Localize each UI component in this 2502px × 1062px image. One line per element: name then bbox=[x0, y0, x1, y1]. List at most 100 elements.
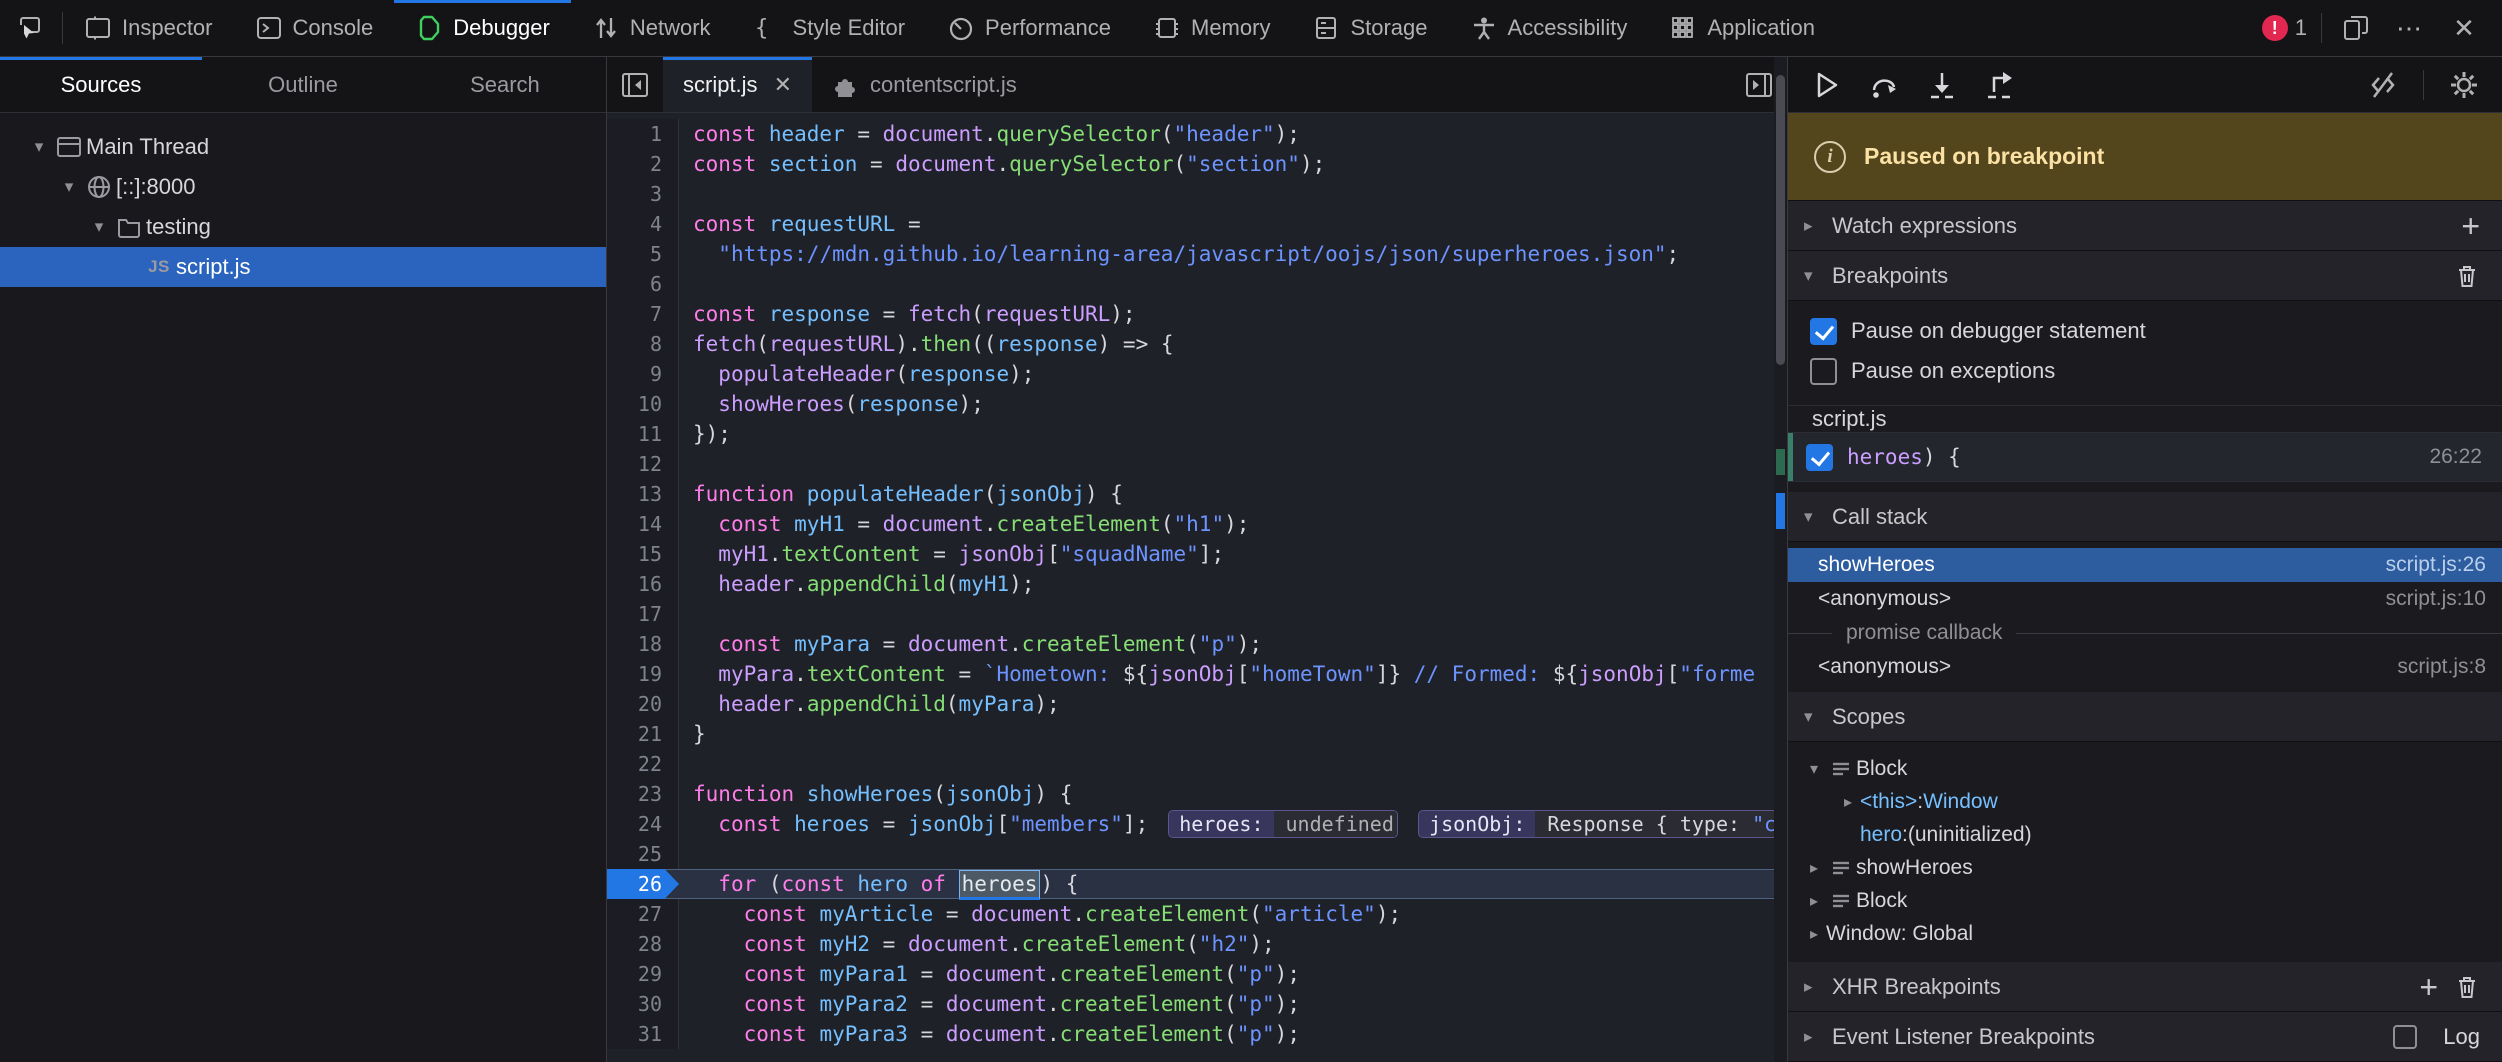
twisty-icon[interactable]: ▸ bbox=[1802, 891, 1826, 911]
code-line-16[interactable]: 16 header.appendChild(myH1); bbox=[607, 569, 1787, 599]
code-line-9[interactable]: 9 populateHeader(response); bbox=[607, 359, 1787, 389]
twisty-icon[interactable]: ▸ bbox=[1836, 792, 1860, 812]
line-number[interactable]: 21 bbox=[607, 719, 679, 749]
line-number[interactable]: 7 bbox=[607, 299, 679, 329]
code-line-27[interactable]: 27 const myArticle = document.createElem… bbox=[607, 899, 1787, 929]
line-number[interactable]: 10 bbox=[607, 389, 679, 419]
sidebar-tab-sources[interactable]: Sources bbox=[0, 57, 202, 112]
line-number[interactable]: 18 bbox=[607, 629, 679, 659]
code-line-21[interactable]: 21} bbox=[607, 719, 1787, 749]
step-out-button[interactable] bbox=[1974, 63, 2026, 107]
toolbox-tab-console[interactable]: Console bbox=[234, 0, 395, 56]
tab-script-js[interactable]: script.js ✕ bbox=[663, 57, 812, 112]
code-line-5[interactable]: 5 "https://mdn.github.io/learning-area/j… bbox=[607, 239, 1787, 269]
code-line-20[interactable]: 20 header.appendChild(myPara); bbox=[607, 689, 1787, 719]
sidebar-tab-search[interactable]: Search bbox=[404, 57, 606, 112]
line-number[interactable]: 14 bbox=[607, 509, 679, 539]
scope-node[interactable]: hero: (uninitialized) bbox=[1788, 818, 2502, 851]
scope-node[interactable]: ▾Block bbox=[1788, 752, 2502, 785]
code-line-4[interactable]: 4const requestURL = bbox=[607, 209, 1787, 239]
breakpoint-item[interactable]: heroes) {26:22 bbox=[1788, 432, 2502, 482]
code-line-26[interactable]: 26 for (const hero of heroes) { bbox=[607, 869, 1787, 899]
close-tab-icon[interactable]: ✕ bbox=[774, 72, 792, 98]
sidebar-tab-outline[interactable]: Outline bbox=[202, 57, 404, 112]
add-xhr-breakpoint-icon[interactable]: + bbox=[2419, 971, 2438, 1003]
node-picker-button[interactable] bbox=[0, 0, 62, 56]
toolbox-tab-storage[interactable]: Storage bbox=[1291, 0, 1448, 56]
scope-node[interactable]: ▸showHeroes bbox=[1788, 851, 2502, 884]
line-number[interactable]: 17 bbox=[607, 599, 679, 629]
line-number[interactable]: 24 bbox=[607, 809, 679, 839]
line-number[interactable]: 8 bbox=[607, 329, 679, 359]
toolbox-tab-accessibility[interactable]: Accessibility bbox=[1449, 0, 1649, 56]
toolbox-tab-network[interactable]: Network bbox=[571, 0, 732, 56]
step-in-button[interactable] bbox=[1916, 63, 1968, 107]
line-number[interactable]: 9 bbox=[607, 359, 679, 389]
line-number[interactable]: 29 bbox=[607, 959, 679, 989]
hide-sources-button[interactable] bbox=[607, 57, 663, 112]
code-area[interactable]: 1const header = document.querySelector("… bbox=[607, 113, 1787, 1062]
debugger-settings-button[interactable] bbox=[2438, 63, 2490, 107]
twisty-icon[interactable]: ▾ bbox=[86, 217, 112, 237]
scope-node[interactable]: ▸Block bbox=[1788, 884, 2502, 917]
code-line-10[interactable]: 10 showHeroes(response); bbox=[607, 389, 1787, 419]
line-number[interactable]: 26 bbox=[607, 869, 679, 899]
twisty-icon[interactable]: ▸ bbox=[1802, 924, 1826, 944]
log-checkbox[interactable] bbox=[2393, 1025, 2417, 1049]
breakpoint-file-heading[interactable]: script.js bbox=[1788, 406, 2502, 432]
line-number[interactable]: 20 bbox=[607, 689, 679, 719]
editor-scrollbar[interactable] bbox=[1774, 57, 1787, 1062]
line-number[interactable]: 5 bbox=[607, 239, 679, 269]
line-number[interactable]: 16 bbox=[607, 569, 679, 599]
code-line-8[interactable]: 8fetch(requestURL).then((response) => { bbox=[607, 329, 1787, 359]
code-line-24[interactable]: 24 const heroes = jsonObj["members"];her… bbox=[607, 809, 1787, 839]
code-line-17[interactable]: 17 bbox=[607, 599, 1787, 629]
checkbox[interactable] bbox=[1810, 358, 1837, 385]
tree-item-script-js[interactable]: JSscript.js bbox=[0, 247, 606, 287]
code-line-3[interactable]: 3 bbox=[607, 179, 1787, 209]
scope-node[interactable]: ▸<this>: Window bbox=[1788, 785, 2502, 818]
code-line-18[interactable]: 18 const myPara = document.createElement… bbox=[607, 629, 1787, 659]
breakpoint-checkbox[interactable] bbox=[1806, 444, 1833, 471]
line-number[interactable]: 11 bbox=[607, 419, 679, 449]
responsive-design-mode-button[interactable] bbox=[2336, 8, 2376, 48]
line-number[interactable]: 6 bbox=[607, 269, 679, 299]
breakpoints-header[interactable]: ▾ Breakpoints bbox=[1788, 251, 2502, 301]
line-number[interactable]: 27 bbox=[607, 899, 679, 929]
line-number[interactable]: 25 bbox=[607, 839, 679, 869]
ignore-source-button[interactable] bbox=[2357, 63, 2409, 107]
call-stack-header[interactable]: ▾ Call stack bbox=[1788, 492, 2502, 542]
tree-item-main-thread[interactable]: ▾Main Thread bbox=[0, 127, 606, 167]
toolbox-tab-inspector[interactable]: Inspector bbox=[63, 0, 234, 56]
trash-icon[interactable] bbox=[2454, 973, 2480, 1001]
tab-contentscript-js[interactable]: contentscript.js bbox=[812, 57, 1037, 112]
tree-item-testing[interactable]: ▾testing bbox=[0, 207, 606, 247]
breakpoint-option[interactable]: Pause on debugger statement bbox=[1788, 311, 2502, 351]
tree-item--8000[interactable]: ▾[::]:8000 bbox=[0, 167, 606, 207]
toolbox-tab-style-editor[interactable]: { }Style Editor bbox=[732, 0, 927, 56]
code-line-25[interactable]: 25 bbox=[607, 839, 1787, 869]
code-line-2[interactable]: 2const section = document.querySelector(… bbox=[607, 149, 1787, 179]
code-line-31[interactable]: 31 const myPara3 = document.createElemen… bbox=[607, 1019, 1787, 1049]
toolbox-tab-debugger[interactable]: Debugger bbox=[394, 0, 571, 56]
toolbox-meatball-menu-button[interactable]: ⋯ bbox=[2390, 8, 2430, 48]
line-number[interactable]: 23 bbox=[607, 779, 679, 809]
error-count-badge[interactable]: ! 1 bbox=[2262, 15, 2307, 41]
code-line-28[interactable]: 28 const myH2 = document.createElement("… bbox=[607, 929, 1787, 959]
line-number[interactable]: 2 bbox=[607, 149, 679, 179]
line-number[interactable]: 4 bbox=[607, 209, 679, 239]
scrollbar-thumb[interactable] bbox=[1776, 75, 1785, 365]
checkbox[interactable] bbox=[1810, 318, 1837, 345]
code-line-15[interactable]: 15 myH1.textContent = jsonObj["squadName… bbox=[607, 539, 1787, 569]
event-listener-breakpoints-header[interactable]: ▸ Event Listener Breakpoints Log bbox=[1788, 1012, 2502, 1062]
stack-frame[interactable]: <anonymous>script.js:8 bbox=[1788, 650, 2502, 684]
line-number[interactable]: 19 bbox=[607, 659, 679, 689]
code-line-13[interactable]: 13function populateHeader(jsonObj) { bbox=[607, 479, 1787, 509]
line-number[interactable]: 15 bbox=[607, 539, 679, 569]
twisty-icon[interactable]: ▾ bbox=[1802, 759, 1826, 779]
line-number[interactable]: 12 bbox=[607, 449, 679, 479]
inline-preview-badge[interactable]: heroes:undefined bbox=[1168, 810, 1398, 838]
twisty-icon[interactable]: ▾ bbox=[56, 177, 82, 197]
twisty-icon[interactable]: ▾ bbox=[26, 137, 52, 157]
toolbox-tab-memory[interactable]: Memory bbox=[1132, 0, 1291, 56]
